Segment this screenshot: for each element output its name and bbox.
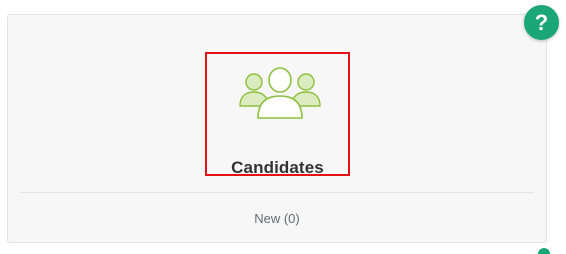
new-candidates-link[interactable]: New (0) bbox=[8, 211, 546, 226]
page: Candidates New (0) ? bbox=[0, 0, 566, 254]
floating-action-indicator bbox=[538, 248, 550, 254]
candidates-card: Candidates New (0) bbox=[7, 14, 547, 243]
help-button[interactable]: ? bbox=[524, 5, 559, 40]
candidates-tile[interactable]: Candidates bbox=[205, 52, 350, 177]
users-group-icon bbox=[239, 67, 321, 119]
question-icon: ? bbox=[534, 10, 549, 35]
card-divider bbox=[20, 192, 534, 193]
candidates-label: Candidates bbox=[231, 158, 324, 177]
